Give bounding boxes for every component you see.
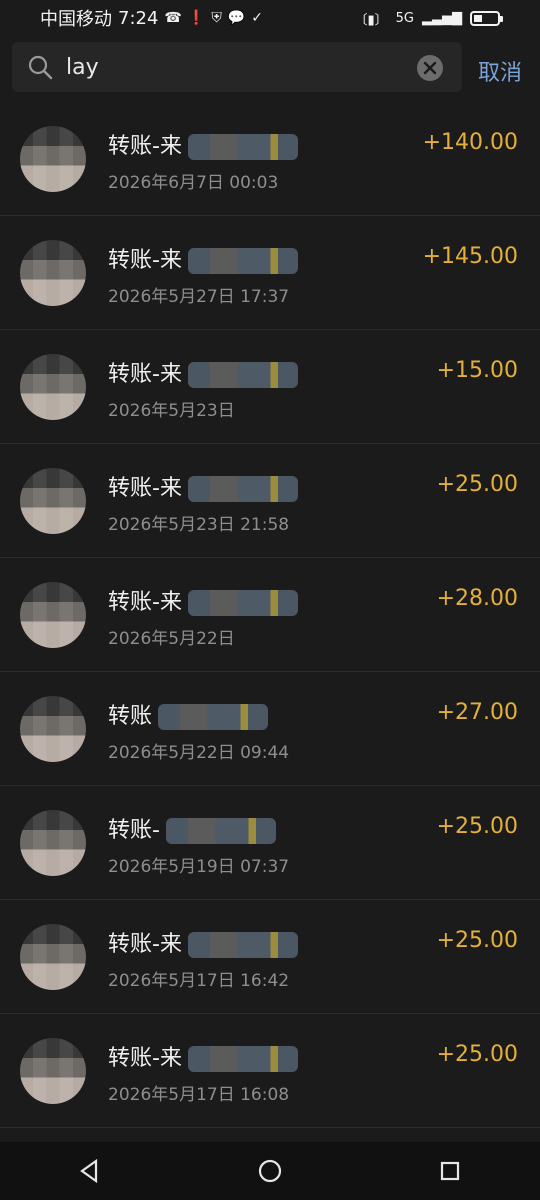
item-amount: +28.00 <box>436 586 518 611</box>
transaction-list: 转账-来 2026年6月7日 00:03 +140.00 转账-来 2026年5… <box>0 102 540 1128</box>
chat-icon: 💬 <box>227 10 246 26</box>
home-button[interactable] <box>240 1151 300 1191</box>
avatar <box>20 924 86 990</box>
item-date: 2026年5月23日 21:58 <box>108 515 290 535</box>
item-amount: +27.00 <box>436 700 518 725</box>
status-right: 〔▮〕 5G ▂▃▅▇ <box>354 9 503 28</box>
item-title: 转账 <box>108 698 269 730</box>
avatar <box>20 354 86 420</box>
battery-level <box>474 14 482 22</box>
item-title: 转账-来 <box>108 128 298 160</box>
back-icon <box>80 1158 98 1184</box>
item-amount: +25.00 <box>436 814 518 839</box>
search-row: lay 取消 <box>0 42 540 94</box>
blurred-name <box>187 1046 298 1072</box>
blurred-name <box>187 248 298 274</box>
recent-apps-icon <box>440 1161 460 1181</box>
list-item[interactable]: 转账-来 2026年5月17日 16:42 +25.00 <box>0 900 540 1014</box>
vpn-icon: ⛨ <box>211 10 222 26</box>
item-amount: +25.00 <box>436 472 518 497</box>
network-label: 5G <box>395 10 414 26</box>
item-date: 2026年5月19日 07:37 <box>108 857 290 877</box>
list-item[interactable]: 转账-来 2026年5月23日 +15.00 <box>0 330 540 444</box>
item-amount: +25.00 <box>436 1042 518 1067</box>
alert-icon: ❗ <box>187 10 206 26</box>
item-amount: +140.00 <box>422 130 518 155</box>
signal-icon: ▂▃▅▇ <box>422 10 462 26</box>
vibrate-icon: 〔▮〕 <box>354 12 388 28</box>
list-item[interactable]: 转账-来 2026年6月7日 00:03 +140.00 <box>0 102 540 216</box>
blurred-name <box>165 818 276 844</box>
search-icon <box>28 55 53 80</box>
item-date: 2026年5月17日 16:42 <box>108 971 290 991</box>
item-title: 转账-来 <box>108 356 298 388</box>
item-title: 转账-来 <box>108 470 298 502</box>
time: 7:24 <box>118 7 159 29</box>
blurred-name <box>187 362 298 388</box>
list-item[interactable]: 转账-来 2026年5月22日 +28.00 <box>0 558 540 672</box>
item-amount: +145.00 <box>422 244 518 269</box>
list-item[interactable]: 转账-来 2026年5月27日 17:37 +145.00 <box>0 216 540 330</box>
avatar <box>20 696 86 762</box>
avatar <box>20 1038 86 1104</box>
item-title: 转账- <box>108 812 276 844</box>
blurred-name <box>187 590 298 616</box>
blurred-name <box>158 704 269 730</box>
recent-apps-button[interactable] <box>420 1151 480 1191</box>
back-button[interactable] <box>60 1151 120 1191</box>
item-date: 2026年5月23日 <box>108 401 235 421</box>
item-title: 转账-来 <box>108 1040 298 1072</box>
item-title: 转账-来 <box>108 926 298 958</box>
item-date: 2026年5月22日 <box>108 629 235 649</box>
battery-icon <box>470 10 503 26</box>
blurred-name <box>187 134 298 160</box>
item-amount: +25.00 <box>436 928 518 953</box>
blurred-name <box>187 932 298 958</box>
item-date: 2026年5月22日 09:44 <box>108 743 290 763</box>
home-icon <box>258 1159 282 1183</box>
carrier: 中国移动 <box>40 9 112 30</box>
item-date: 2026年5月17日 16:08 <box>108 1085 290 1105</box>
list-item[interactable]: 转账- 2026年5月19日 07:37 +25.00 <box>0 786 540 900</box>
list-item[interactable]: 转账 2026年5月22日 09:44 +27.00 <box>0 672 540 786</box>
avatar <box>20 240 86 306</box>
search-input[interactable]: lay <box>12 42 462 92</box>
cancel-button[interactable]: 取消 <box>478 55 522 87</box>
search-query: lay <box>66 54 99 80</box>
notification-icons: ☎ ❗ ⛨ 💬 ✓ <box>164 10 263 26</box>
avatar <box>20 126 86 192</box>
blurred-name <box>187 476 298 502</box>
avatar <box>20 810 86 876</box>
shield-icon: ✓ <box>251 10 263 26</box>
item-date: 2026年6月7日 00:03 <box>108 173 279 193</box>
item-title: 转账-来 <box>108 242 298 274</box>
navigation-bar <box>0 1142 540 1200</box>
avatar <box>20 468 86 534</box>
avatar <box>20 582 86 648</box>
item-date: 2026年5月27日 17:37 <box>108 287 290 307</box>
clear-icon[interactable] <box>416 54 444 82</box>
item-title: 转账-来 <box>108 584 298 616</box>
status-bar: 中国移动 7:24 ☎ ❗ ⛨ 💬 ✓ 〔▮〕 5G ▂▃▅▇ <box>0 0 540 36</box>
item-amount: +15.00 <box>436 358 518 383</box>
list-item[interactable]: 转账-来 2026年5月17日 16:08 +25.00 <box>0 1014 540 1128</box>
status-left: 中国移动 7:24 ☎ ❗ ⛨ 💬 ✓ <box>40 5 263 31</box>
list-item[interactable]: 转账-来 2026年5月23日 21:58 +25.00 <box>0 444 540 558</box>
missed-call-icon: ☎ <box>164 10 182 26</box>
